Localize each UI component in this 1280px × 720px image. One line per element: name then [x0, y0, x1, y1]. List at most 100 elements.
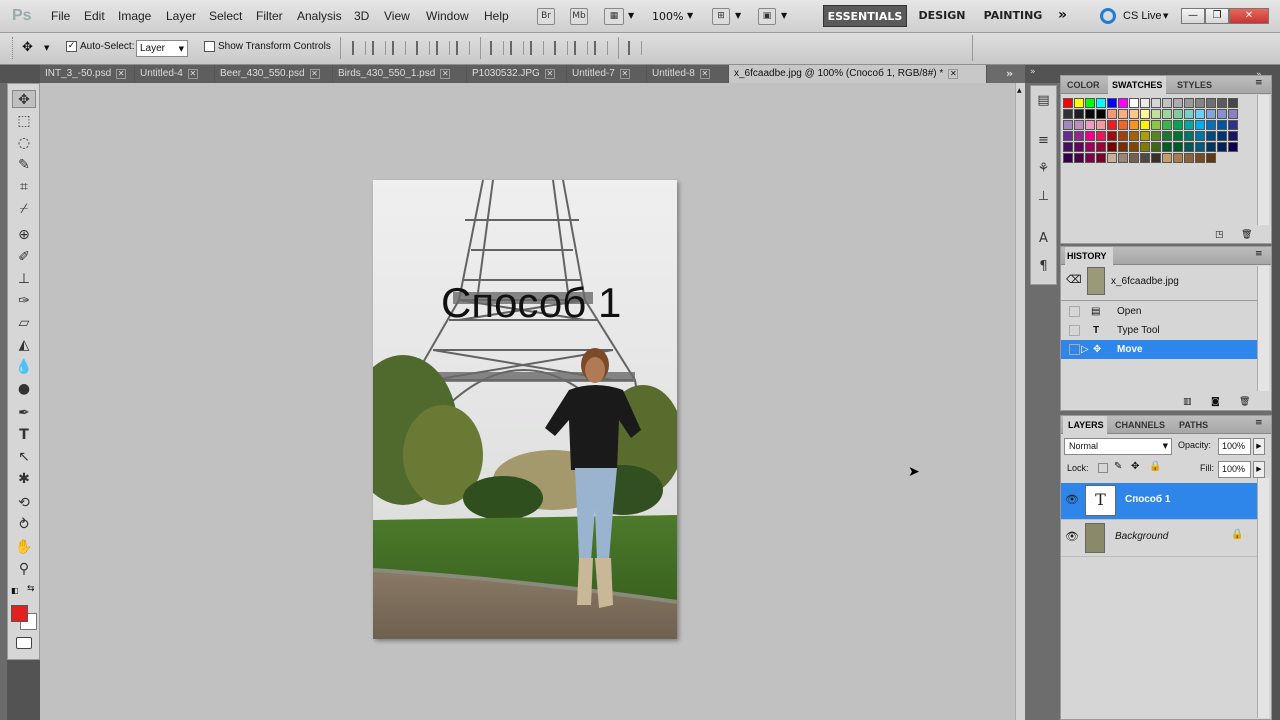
delete-state-icon[interactable]: 🗑 [1239, 397, 1250, 407]
quick-select-tool-icon[interactable]: ✎ [12, 156, 36, 174]
color-swatch[interactable] [1096, 142, 1106, 152]
color-swatch[interactable] [1129, 98, 1139, 108]
color-swatch[interactable] [1129, 120, 1139, 130]
tab-swatches[interactable]: SWATCHES [1108, 76, 1166, 94]
history-brush-tool-icon[interactable]: ✑ [12, 292, 36, 310]
new-swatch-icon[interactable]: ◳ [1215, 230, 1224, 240]
screen-mode-icon[interactable]: ▣ [758, 8, 776, 25]
color-swatch[interactable] [1151, 120, 1161, 130]
color-swatch[interactable] [1228, 131, 1238, 141]
color-swatch[interactable] [1195, 98, 1205, 108]
move-tool-icon[interactable]: ✥ [22, 40, 33, 55]
menu-window[interactable]: Window [426, 9, 469, 23]
brush-presets-panel-icon[interactable]: ⊥ [1031, 186, 1056, 208]
pen-tool-icon[interactable]: ✒ [12, 404, 36, 422]
default-colors-icon[interactable]: ◧ [11, 586, 19, 595]
history-brush-source-icon[interactable]: ⌫ [1066, 273, 1082, 286]
text-layer-content[interactable]: Способ 1 [441, 279, 621, 327]
menu-select[interactable]: Select [209, 9, 242, 23]
tab-paths[interactable]: PATHS [1179, 416, 1219, 434]
color-swatch[interactable] [1118, 120, 1128, 130]
menu-analysis[interactable]: Analysis [297, 9, 342, 23]
color-swatch[interactable] [1096, 98, 1106, 108]
distribute-top-icon[interactable] [490, 41, 504, 55]
color-swatch[interactable] [1140, 131, 1150, 141]
color-swatch[interactable] [1184, 131, 1194, 141]
workspace-essentials[interactable]: ESSENTIALS [823, 5, 907, 27]
color-swatch[interactable] [1118, 98, 1128, 108]
scroll-up-icon[interactable]: ▲ [1017, 87, 1022, 94]
color-swatch[interactable] [1118, 153, 1128, 163]
document-image[interactable]: Способ 1 [373, 180, 677, 639]
collapse-panels-icon[interactable]: » [1030, 67, 1036, 77]
color-swatch[interactable] [1096, 153, 1106, 163]
distribute-bottom-icon[interactable] [530, 41, 544, 55]
visibility-eye-icon[interactable]: 👁 [1065, 493, 1079, 506]
history-step-open[interactable]: ▤ Open [1061, 302, 1257, 321]
tab-color[interactable]: COLOR [1067, 76, 1103, 94]
color-swatch[interactable] [1085, 109, 1095, 119]
align-right-icon[interactable] [456, 41, 470, 55]
close-icon[interactable]: ✕ [699, 69, 710, 79]
menu-view[interactable]: View [384, 9, 410, 23]
tab-styles[interactable]: STYLES [1177, 76, 1217, 94]
color-swatch[interactable] [1195, 120, 1205, 130]
history-step-move[interactable]: ▷ ✥ Move [1061, 340, 1257, 359]
tab-untitled4[interactable]: Untitled-4 ✕ [135, 65, 215, 83]
color-swatch[interactable] [1074, 142, 1084, 152]
lock-position-icon[interactable]: ✥ [1131, 461, 1139, 472]
color-swatch[interactable] [1063, 131, 1073, 141]
color-swatch[interactable] [1184, 153, 1194, 163]
color-swatch[interactable] [1085, 131, 1095, 141]
auto-select-checkbox[interactable]: ✓ [66, 41, 77, 52]
color-swatch[interactable] [1096, 131, 1106, 141]
auto-select-dropdown[interactable]: Layer ▼ [136, 40, 188, 57]
color-swatch[interactable] [1206, 142, 1216, 152]
tab-birds[interactable]: Birds_430_550_1.psd ✕ [333, 65, 467, 83]
color-swatch[interactable] [1228, 142, 1238, 152]
show-transform-checkbox[interactable] [204, 41, 215, 52]
eyedropper-tool-icon[interactable]: ⌿ [12, 200, 36, 218]
color-swatch[interactable] [1107, 120, 1117, 130]
healing-brush-tool-icon[interactable]: ⊕ [12, 226, 36, 244]
color-swatch[interactable] [1151, 131, 1161, 141]
chevron-down-icon[interactable]: ▼ [1163, 12, 1168, 20]
color-swatch[interactable] [1162, 120, 1172, 130]
color-swatch[interactable] [1206, 120, 1216, 130]
color-swatch[interactable] [1085, 98, 1095, 108]
eraser-tool-icon[interactable]: ▱ [12, 314, 36, 332]
menu-layer[interactable]: Layer [166, 9, 196, 23]
history-source-checkbox[interactable] [1069, 306, 1080, 317]
color-swatch[interactable] [1151, 142, 1161, 152]
lock-pixels-icon[interactable]: ✎ [1114, 461, 1122, 472]
color-swatch[interactable] [1206, 131, 1216, 141]
history-scrollbar[interactable] [1257, 266, 1269, 391]
distribute-vcenter-icon[interactable] [510, 41, 524, 55]
fill-slider-icon[interactable]: ▶ [1253, 461, 1265, 478]
color-swatch[interactable] [1107, 98, 1117, 108]
grip-handle[interactable] [12, 37, 14, 59]
color-swatch[interactable] [1206, 109, 1216, 119]
color-swatch[interactable] [1173, 120, 1183, 130]
clone-source-panel-icon[interactable]: ⚘ [1031, 158, 1056, 180]
color-swatch[interactable] [1140, 142, 1150, 152]
tab-channels[interactable]: CHANNELS [1115, 416, 1171, 434]
color-swatch[interactable] [1063, 142, 1073, 152]
align-left-icon[interactable] [416, 41, 430, 55]
color-swatch[interactable] [1151, 98, 1161, 108]
tab-untitled8[interactable]: Untitled-8 ✕ [647, 65, 729, 83]
color-swatch[interactable] [1228, 120, 1238, 130]
opacity-input[interactable]: 100% [1218, 438, 1251, 455]
tabs-overflow-icon[interactable]: » [1006, 67, 1013, 80]
close-icon[interactable]: ✕ [116, 69, 127, 79]
align-bottom-icon[interactable] [392, 41, 406, 55]
tab-int3[interactable]: INT_3_-50.psd ✕ [40, 65, 135, 83]
color-swatch[interactable] [1063, 120, 1073, 130]
distribute-left-icon[interactable] [554, 41, 568, 55]
close-icon[interactable]: ✕ [544, 69, 555, 79]
menu-file[interactable]: File [51, 9, 70, 23]
history-step-type-tool[interactable]: T Type Tool [1061, 321, 1257, 340]
workspace-painting[interactable]: PAINTING [978, 5, 1048, 27]
color-swatch[interactable] [1074, 153, 1084, 163]
color-swatch[interactable] [1140, 109, 1150, 119]
